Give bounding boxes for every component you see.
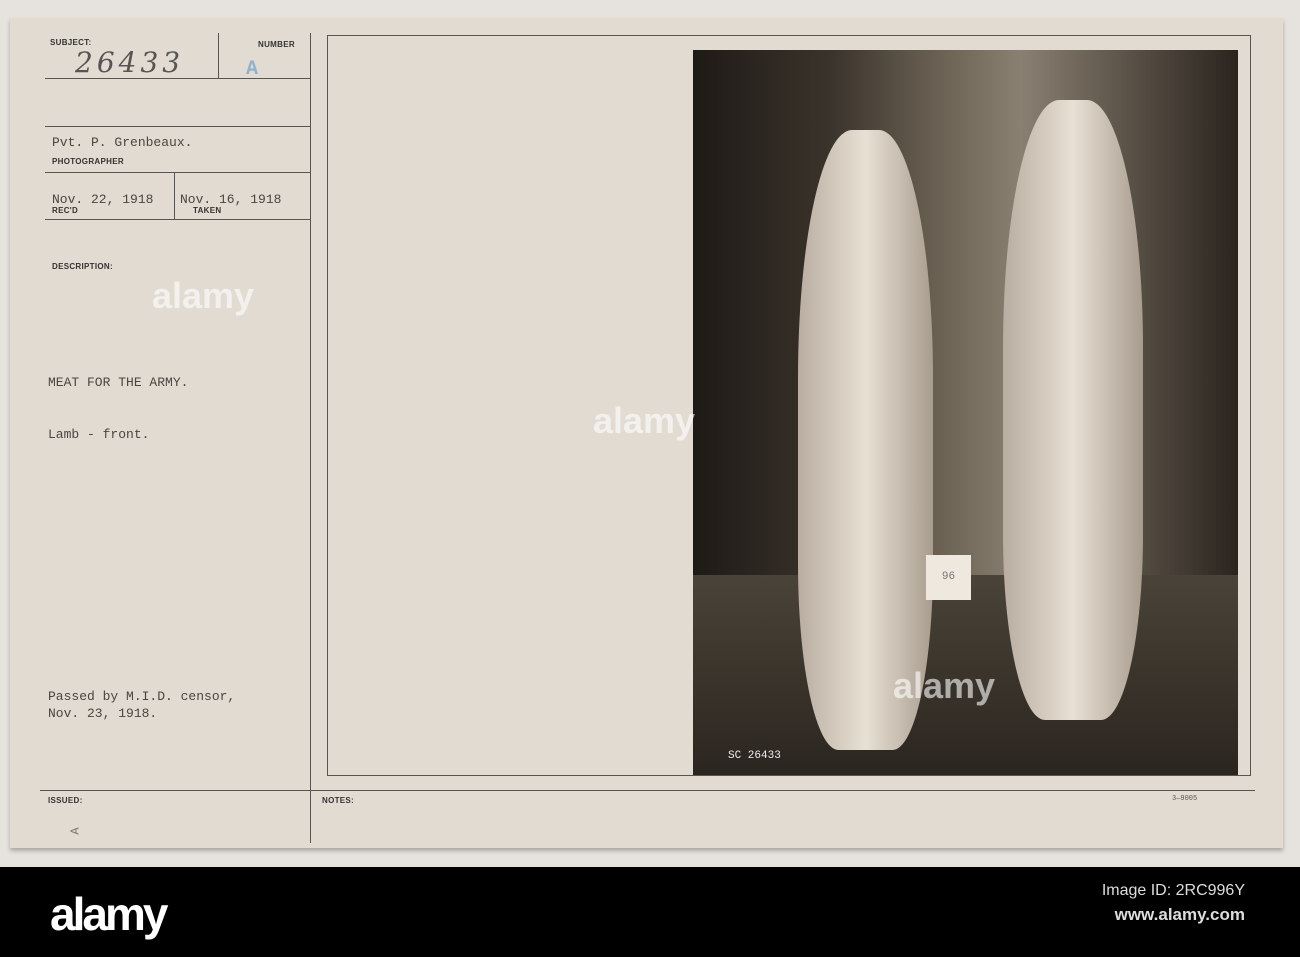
image-id: Image ID: 2RC996Y xyxy=(1101,882,1245,899)
photographer-label: PHOTOGRAPHER xyxy=(52,157,124,166)
photo-tag: 96 xyxy=(926,555,971,600)
number-label: NUMBER xyxy=(258,40,295,49)
received-date: Nov. 22, 1918 xyxy=(52,192,154,207)
watermark: alamy xyxy=(593,400,696,441)
lamb-carcass-right xyxy=(1003,100,1143,720)
site-url[interactable]: www.alamy.com xyxy=(1102,903,1245,927)
photographer-name: Pvt. P. Grenbeaux. xyxy=(52,135,193,150)
watermark: alamy xyxy=(893,665,996,706)
received-label: REC'D xyxy=(52,206,79,215)
issued-mark: A xyxy=(68,827,83,835)
description-detail: Lamb - front. xyxy=(48,427,150,442)
negative-number: SC 26433 xyxy=(728,750,781,762)
censor-date: Nov. 23, 1918. xyxy=(48,706,158,721)
censor-note: Passed by M.I.D. censor, xyxy=(48,689,236,704)
taken-date: Nov. 16, 1918 xyxy=(180,192,282,207)
footer-bar: alamy Image ID: 2RC996Y www.alamy.com xyxy=(0,867,1300,957)
notes-label: NOTES: xyxy=(322,796,355,805)
watermark: alamy xyxy=(152,275,255,316)
taken-label: TAKEN xyxy=(193,206,222,215)
alamy-logo: alamy xyxy=(50,888,168,940)
form-code: 3—9005 xyxy=(1172,795,1198,803)
description-label: DESCRIPTION: xyxy=(52,262,113,271)
issued-label: ISSUED: xyxy=(48,796,83,805)
subject-number: 26433 xyxy=(75,46,185,79)
description-title: MEAT FOR THE ARMY. xyxy=(48,375,189,390)
lamb-carcass-left xyxy=(798,130,933,750)
